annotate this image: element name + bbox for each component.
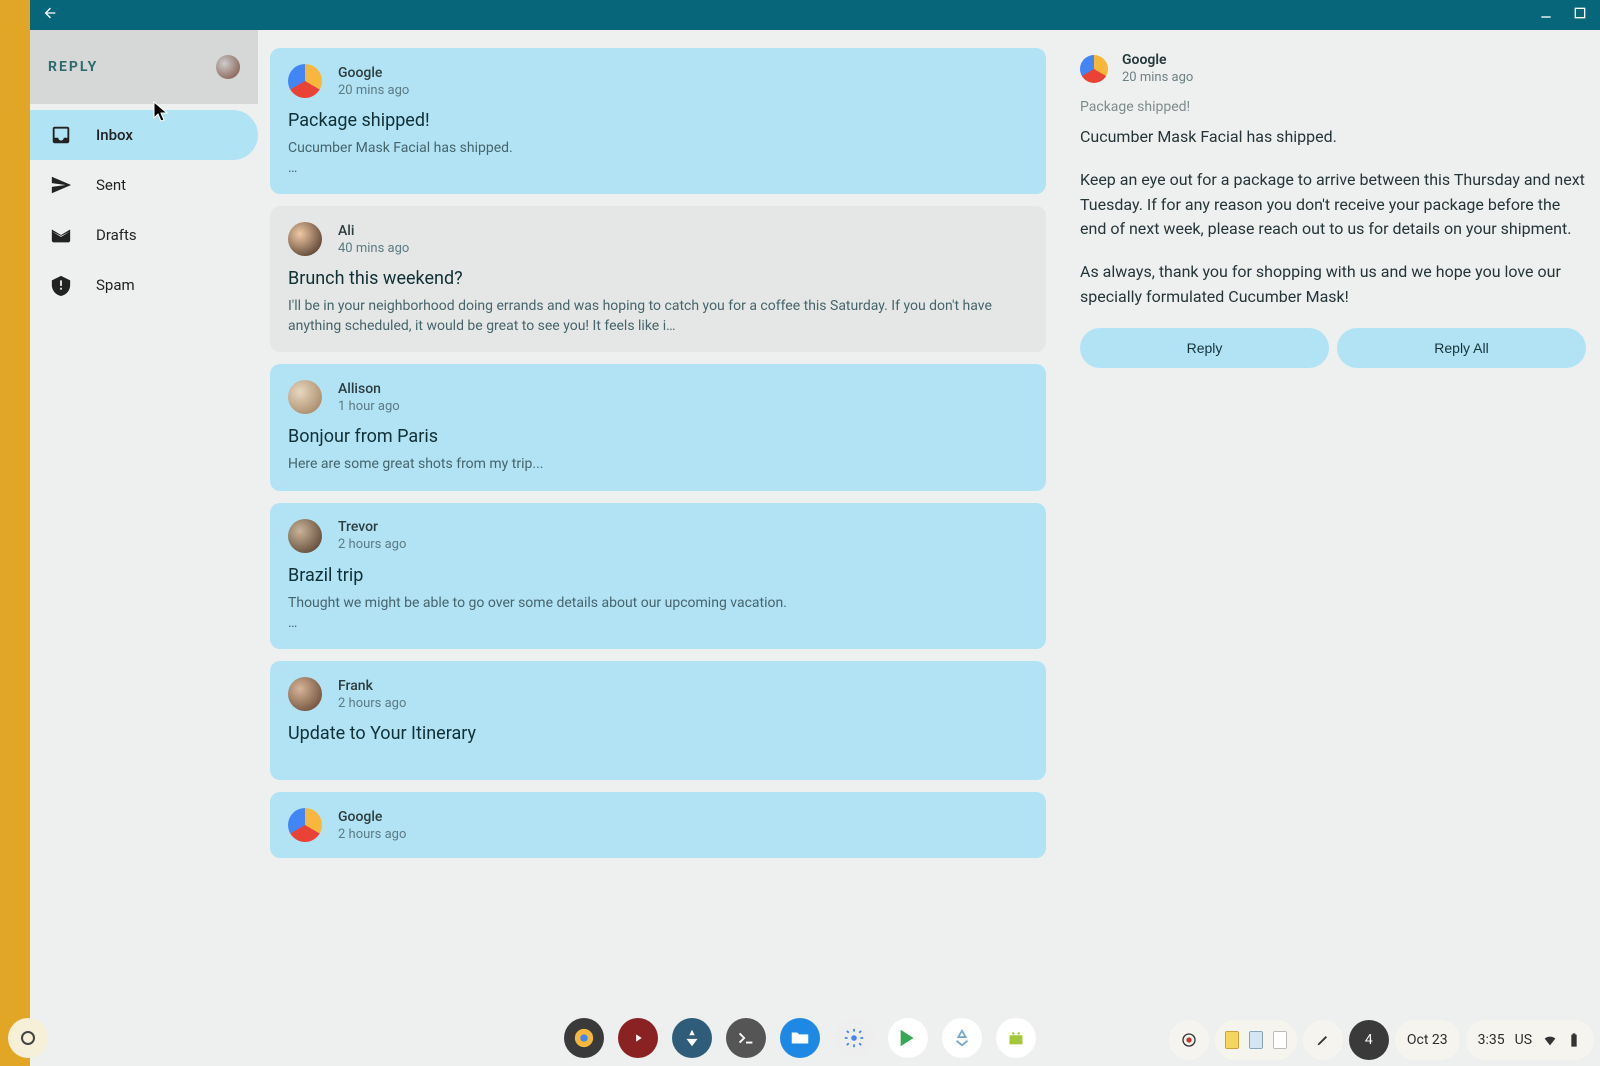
sender-avatar (288, 677, 322, 711)
reader-time: 20 mins ago (1122, 70, 1193, 85)
tray-status[interactable]: 3:35 US (1466, 1020, 1594, 1060)
app-store-icon[interactable] (672, 1018, 712, 1058)
email-card[interactable]: Google 20 mins ago Package shipped! Cucu… (270, 48, 1046, 194)
youtube-icon[interactable] (618, 1018, 658, 1058)
profile-avatar[interactable] (216, 55, 240, 79)
email-time: 2 hours ago (338, 827, 406, 842)
back-icon[interactable] (42, 5, 58, 25)
email-sender: Google (338, 809, 406, 825)
shelf: 4 Oct 23 3:35 US (0, 1010, 1600, 1066)
sender-avatar (288, 380, 322, 414)
sender-avatar (288, 222, 322, 256)
email-subject: Brazil trip (288, 565, 1028, 586)
email-card[interactable]: Ali 40 mins ago Brunch this weekend? I'l… (270, 206, 1046, 352)
inbox-icon (50, 124, 72, 146)
system-tray: 4 Oct 23 3:35 US (1169, 1020, 1594, 1060)
shelf-apps (564, 1018, 1036, 1058)
battery-icon (1566, 1032, 1582, 1048)
email-card[interactable]: Trevor 2 hours ago Brazil trip Thought w… (270, 503, 1046, 649)
drafts-icon (50, 224, 72, 246)
notification-count[interactable]: 4 (1349, 1020, 1389, 1060)
pen-icon[interactable] (1303, 1020, 1343, 1060)
email-time: 20 mins ago (338, 83, 409, 98)
sidebar-item-sent[interactable]: Sent (30, 160, 258, 210)
email-subject: Brunch this weekend? (288, 268, 1028, 289)
reader-body: Cucumber Mask Facial has shipped. Keep a… (1080, 125, 1586, 310)
sidebar-item-label: Sent (96, 176, 126, 194)
email-sender: Ali (338, 223, 409, 239)
sidebar-item-label: Drafts (96, 226, 137, 244)
play-store-icon[interactable] (888, 1018, 928, 1058)
email-preview: Cucumber Mask Facial has shipped. … (288, 139, 1028, 178)
tray-locale: US (1515, 1032, 1532, 1048)
launcher-button[interactable] (8, 1018, 48, 1058)
email-time: 40 mins ago (338, 241, 409, 256)
sender-avatar (288, 808, 322, 842)
android-studio-icon[interactable] (942, 1018, 982, 1058)
sidebar-item-label: Inbox (96, 126, 133, 144)
tray-apps[interactable] (1215, 1020, 1297, 1060)
send-icon (50, 174, 72, 196)
wifi-icon (1542, 1032, 1558, 1048)
terminal-icon[interactable] (726, 1018, 766, 1058)
app-title: REPLY (48, 59, 98, 75)
minimize-icon[interactable] (1538, 5, 1554, 25)
sender-avatar (288, 519, 322, 553)
email-time: 1 hour ago (338, 399, 400, 414)
reader-subject: Package shipped! (1080, 99, 1586, 115)
tray-time: 3:35 (1478, 1032, 1505, 1048)
email-time: 2 hours ago (338, 537, 406, 552)
reply-button[interactable]: Reply (1080, 328, 1329, 368)
reader-sender: Google (1122, 52, 1193, 68)
email-subject: Bonjour from Paris (288, 426, 1028, 447)
email-card[interactable]: Google 2 hours ago (270, 792, 1046, 858)
email-sender: Frank (338, 678, 406, 694)
reader-paragraph: Cucumber Mask Facial has shipped. (1080, 125, 1586, 150)
email-preview: I'll be in your neighborhood doing erran… (288, 297, 1028, 336)
email-card[interactable]: Frank 2 hours ago Update to Your Itinera… (270, 661, 1046, 780)
email-sender: Google (338, 65, 409, 81)
android-icon[interactable] (996, 1018, 1036, 1058)
record-icon[interactable] (1169, 1020, 1209, 1060)
reply-all-button[interactable]: Reply All (1337, 328, 1586, 368)
window-titlebar (30, 0, 1600, 30)
sidebar-item-spam[interactable]: Spam (30, 260, 258, 310)
sidebar: REPLY Inbox Sent (30, 30, 258, 1066)
reader-paragraph: Keep an eye out for a package to arrive … (1080, 168, 1586, 242)
email-preview: Here are some great shots from my trip..… (288, 455, 1028, 475)
files-icon[interactable] (780, 1018, 820, 1058)
reader-paragraph: As always, thank you for shopping with u… (1080, 260, 1586, 310)
email-subject: Update to Your Itinerary (288, 723, 1028, 744)
tray-date[interactable]: Oct 23 (1395, 1020, 1460, 1060)
sidebar-item-drafts[interactable]: Drafts (30, 210, 258, 260)
chrome-icon[interactable] (564, 1018, 604, 1058)
email-card[interactable]: Allison 1 hour ago Bonjour from Paris He… (270, 364, 1046, 491)
sidebar-header: REPLY (30, 30, 258, 104)
email-time: 2 hours ago (338, 696, 406, 711)
sender-avatar (288, 64, 322, 98)
email-preview: Thought we might be able to go over some… (288, 594, 1028, 633)
reader-sender-avatar (1080, 55, 1108, 83)
email-subject: Package shipped! (288, 110, 1028, 131)
email-list: Google 20 mins ago Package shipped! Cucu… (258, 30, 1056, 1066)
email-sender: Trevor (338, 519, 406, 535)
maximize-icon[interactable] (1572, 5, 1588, 25)
reading-pane: Google 20 mins ago Package shipped! Cucu… (1056, 30, 1600, 1066)
sidebar-item-inbox[interactable]: Inbox (30, 110, 258, 160)
sidebar-item-label: Spam (96, 276, 135, 294)
spam-icon (50, 274, 72, 296)
settings-icon[interactable] (834, 1018, 874, 1058)
email-sender: Allison (338, 381, 400, 397)
